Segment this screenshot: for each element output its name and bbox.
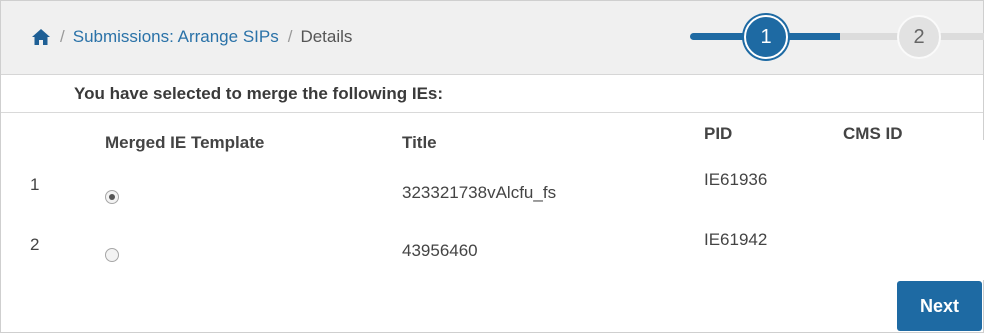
divider (1, 112, 983, 113)
column-header-pid: PID (704, 124, 733, 143)
row-title: 323321738vAlcfu_fs (402, 183, 557, 202)
wizard-stepper: 1 2 (0, 0, 984, 74)
template-radio-row-1[interactable] (105, 190, 119, 204)
row-index: 2 (30, 235, 40, 254)
side-panel-edge (970, 140, 984, 280)
step-2-indicator: 2 (897, 15, 941, 59)
column-header-cms-id: CMS ID (843, 124, 903, 143)
next-button[interactable]: Next (897, 281, 982, 331)
row-index: 1 (30, 175, 40, 194)
row-pid: IE61936 (704, 170, 768, 189)
row-title: 43956460 (402, 241, 478, 260)
column-header-merged-ie-template: Merged IE Template (105, 133, 265, 152)
row-pid: IE61942 (704, 230, 768, 249)
step-1-indicator: 1 (744, 15, 788, 59)
column-header-title: Title (402, 133, 437, 152)
merge-intro-text: You have selected to merge the following… (74, 84, 444, 103)
template-radio-row-2[interactable] (105, 248, 119, 262)
